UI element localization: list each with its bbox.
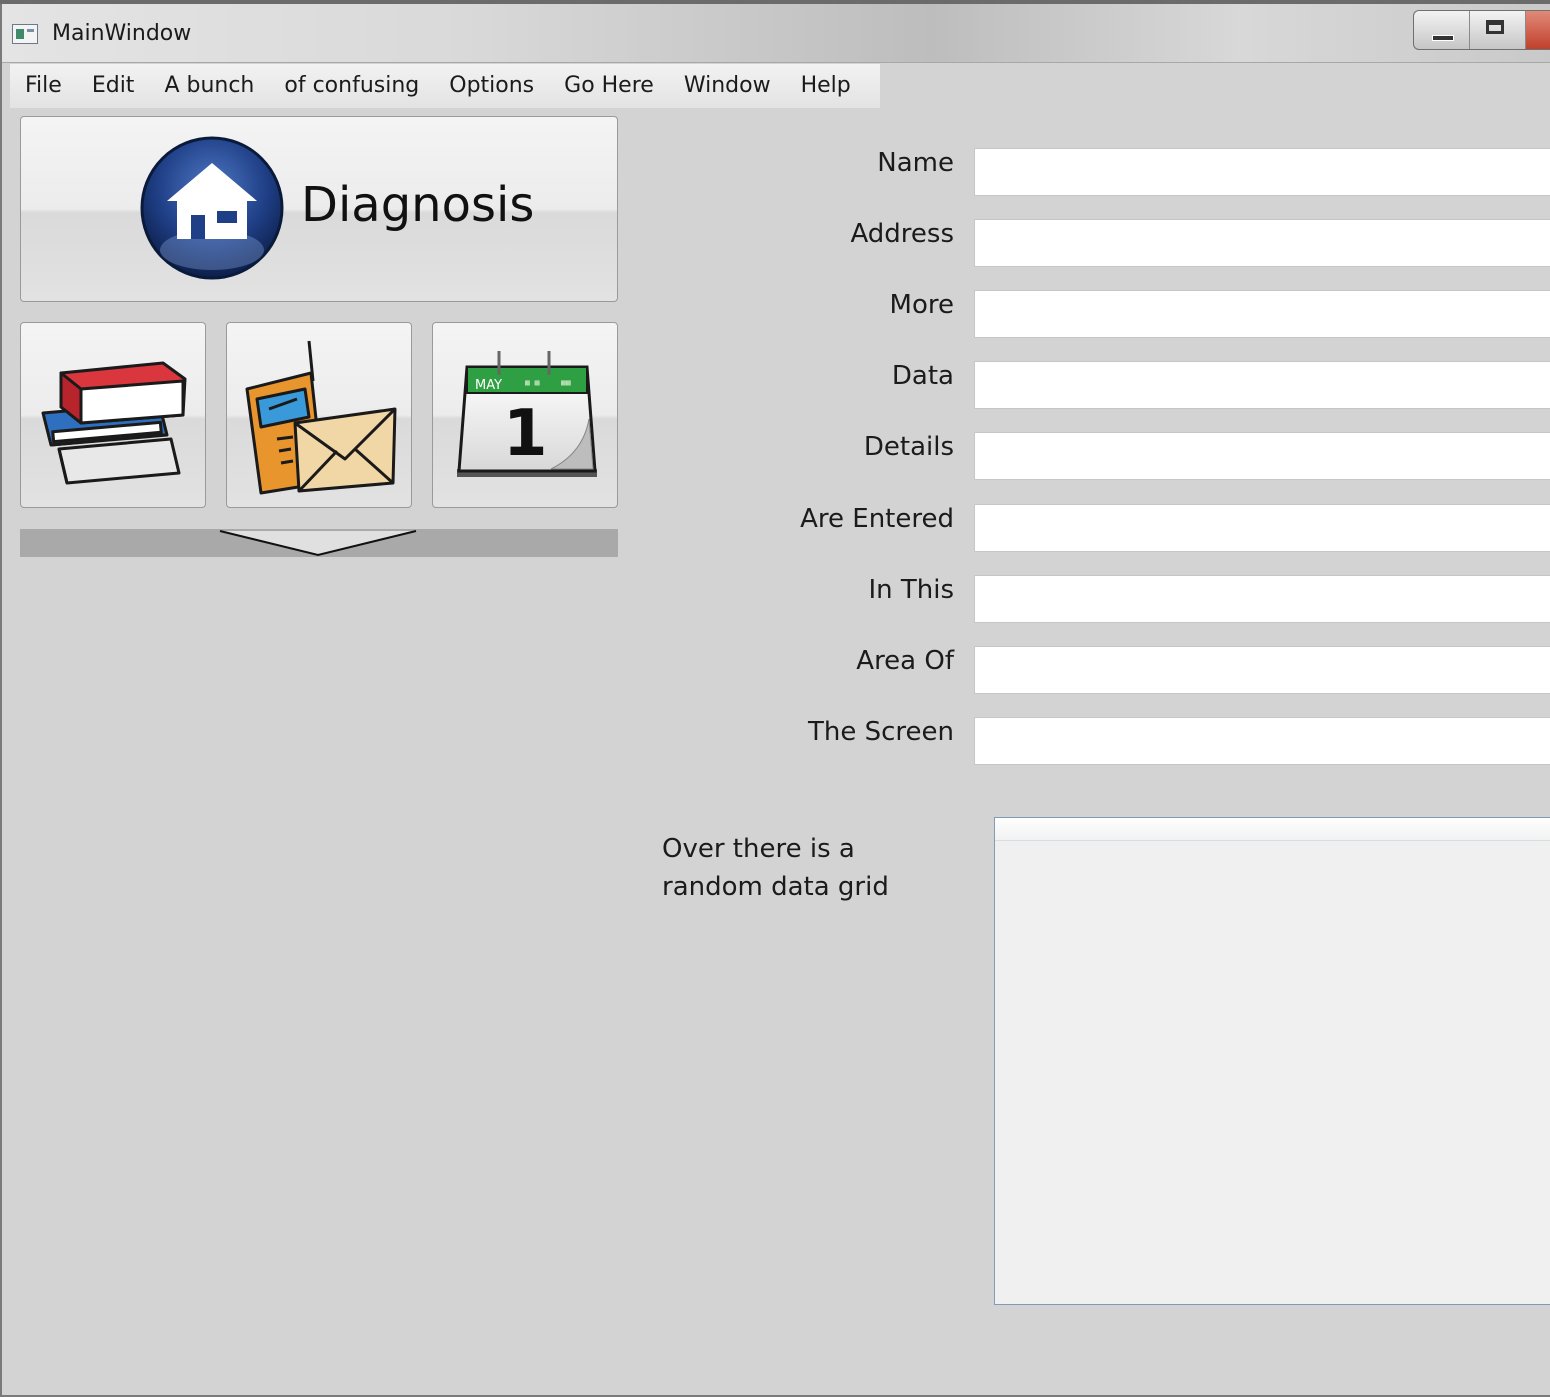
data-grid-note: Over there is a random data grid <box>662 834 889 902</box>
menu-window[interactable]: Window <box>669 64 786 108</box>
calendar-tile-button[interactable]: MAY ▦ ▦ ▦▦ 1 <box>432 322 618 508</box>
minimize-button[interactable] <box>1414 11 1471 49</box>
label-the-screen: The Screen <box>807 717 954 747</box>
label-address: Address <box>850 219 954 249</box>
chevron-down-icon <box>219 530 417 557</box>
diagnosis-label: Diagnosis <box>301 177 535 233</box>
are-entered-field[interactable] <box>974 504 1550 552</box>
menu-bar: File Edit A bunch of confusing Options G… <box>10 64 880 108</box>
menu-file[interactable]: File <box>10 64 77 108</box>
title-bar[interactable]: MainWindow <box>2 4 1550 63</box>
details-field[interactable] <box>974 432 1550 480</box>
label-are-entered: Are Entered <box>800 504 954 534</box>
books-icon <box>41 361 187 485</box>
calendar-icon: MAY ▦ ▦ ▦▦ 1 <box>457 351 597 477</box>
area-of-field[interactable] <box>974 646 1550 694</box>
label-in-this: In This <box>868 575 954 605</box>
calendar-weekday-marks-2: ▦▦ <box>561 378 571 387</box>
data-grid-header[interactable] <box>995 818 1550 841</box>
books-tile-button[interactable] <box>20 322 206 508</box>
calendar-day: 1 <box>503 397 548 471</box>
menu-options[interactable]: Options <box>434 64 549 108</box>
menu-of-confusing[interactable]: of confusing <box>269 64 434 108</box>
address-field[interactable] <box>974 219 1550 267</box>
more-field[interactable] <box>974 290 1550 338</box>
window-controls <box>1413 10 1550 50</box>
menu-a-bunch[interactable]: A bunch <box>149 64 269 108</box>
data-field[interactable] <box>974 361 1550 409</box>
label-name: Name <box>877 148 954 178</box>
data-grid[interactable] <box>994 817 1550 1305</box>
home-icon <box>140 136 284 280</box>
maximize-button[interactable] <box>1470 11 1527 49</box>
diagnosis-button[interactable]: Diagnosis <box>20 116 618 302</box>
main-window: MainWindow File Edit A bunch of confusin… <box>0 4 1550 1397</box>
label-details: Details <box>863 432 954 462</box>
label-more: More <box>889 290 954 320</box>
menu-edit[interactable]: Edit <box>77 64 150 108</box>
phone-mail-tile-button[interactable] <box>226 322 412 508</box>
phone-mail-icon <box>245 340 397 495</box>
name-field[interactable] <box>974 148 1550 196</box>
app-window-icon <box>12 24 38 44</box>
close-button[interactable] <box>1526 11 1550 49</box>
menu-help[interactable]: Help <box>786 64 866 108</box>
expander-bar[interactable] <box>20 529 618 557</box>
window-title: MainWindow <box>52 21 192 46</box>
label-area-of: Area Of <box>856 646 954 676</box>
menu-go-here[interactable]: Go Here <box>549 64 669 108</box>
in-this-field[interactable] <box>974 575 1550 623</box>
the-screen-field[interactable] <box>974 717 1550 765</box>
calendar-month: MAY <box>475 378 502 393</box>
label-data: Data <box>891 361 954 391</box>
calendar-weekday-marks: ▦ ▦ <box>525 378 540 387</box>
